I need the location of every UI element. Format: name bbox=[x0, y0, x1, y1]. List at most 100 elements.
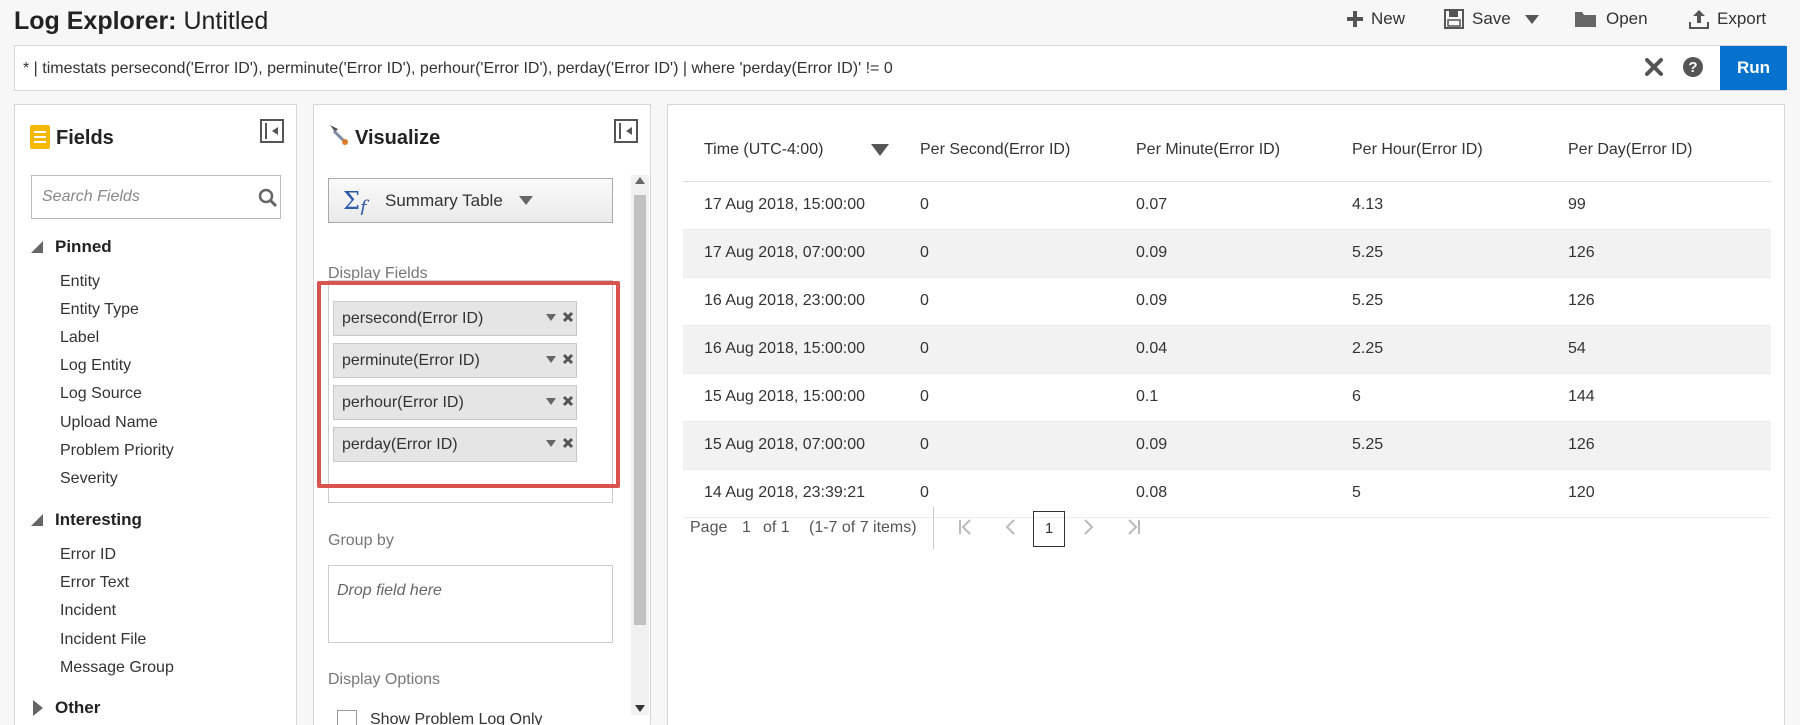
scroll-up-icon[interactable] bbox=[635, 177, 645, 184]
folder-icon bbox=[1575, 12, 1596, 27]
current-page-button[interactable]: 1 bbox=[1033, 511, 1065, 547]
cell-time: 15 Aug 2018, 07:00:00 bbox=[683, 421, 899, 470]
field-item-entity[interactable]: Entity bbox=[60, 273, 100, 291]
cell-per-day: 126 bbox=[1547, 277, 1771, 326]
highlight-annotation bbox=[317, 281, 620, 488]
pager-divider bbox=[933, 507, 934, 549]
cell-time: 16 Aug 2018, 23:00:00 bbox=[683, 277, 899, 326]
table-row[interactable]: 16 Aug 2018, 15:00:00 0 0.04 2.25 54 bbox=[683, 325, 1771, 374]
visualize-panel: Visualize Σf Summary Table Display Field… bbox=[313, 104, 651, 725]
page-number-field[interactable]: 1 bbox=[742, 519, 751, 537]
search-fields-input[interactable] bbox=[32, 176, 242, 218]
cell-time: 16 Aug 2018, 15:00:00 bbox=[683, 325, 899, 374]
column-header-per-hour[interactable]: Per Hour(Error ID) bbox=[1331, 119, 1547, 182]
item-range: (1-7 of 7 items) bbox=[809, 519, 917, 536]
chevron-down-icon[interactable] bbox=[1524, 14, 1539, 24]
field-item-problem-priority[interactable]: Problem Priority bbox=[60, 442, 174, 460]
fields-icon bbox=[30, 125, 50, 149]
cell-per-minute: 0.09 bbox=[1115, 229, 1331, 278]
expanded-triangle-icon bbox=[31, 241, 43, 253]
cell-per-second: 0 bbox=[899, 277, 1115, 326]
results-panel: Time (UTC-4:00) Per Second(Error ID) Per… bbox=[667, 104, 1785, 725]
collapse-panel-icon[interactable] bbox=[614, 119, 638, 143]
pagination: Page 1 of 1 (1-7 of 7 items) 1 bbox=[668, 507, 1268, 549]
fields-title: Fields bbox=[56, 127, 114, 149]
group-by-drop-zone[interactable]: Drop field here bbox=[328, 565, 613, 643]
chevron-down-icon bbox=[518, 196, 533, 205]
svg-text:Σ: Σ bbox=[343, 187, 360, 215]
hammer-icon bbox=[330, 125, 348, 145]
column-header-per-minute[interactable]: Per Minute(Error ID) bbox=[1115, 119, 1331, 182]
table-row[interactable]: 17 Aug 2018, 15:00:00 0 0.07 4.13 99 bbox=[683, 181, 1771, 230]
column-header-per-day[interactable]: Per Day(Error ID) bbox=[1547, 119, 1771, 182]
field-item-error-id[interactable]: Error ID bbox=[60, 546, 116, 564]
collapsed-triangle-icon bbox=[33, 700, 43, 716]
previous-page-icon[interactable] bbox=[1005, 519, 1015, 535]
cell-per-second: 0 bbox=[899, 181, 1115, 230]
page-title-name: Untitled bbox=[183, 7, 269, 35]
save-button[interactable]: Save bbox=[1444, 9, 1547, 29]
group-by-label: Group by bbox=[328, 532, 394, 549]
run-button[interactable]: Run bbox=[1720, 46, 1787, 90]
interesting-group-header[interactable]: Interesting bbox=[31, 510, 142, 530]
cell-per-minute: 0.1 bbox=[1115, 373, 1331, 422]
display-options-label: Display Options bbox=[328, 671, 441, 688]
next-page-icon[interactable] bbox=[1084, 519, 1094, 535]
collapse-panel-icon[interactable] bbox=[260, 119, 284, 143]
visualize-title: Visualize bbox=[355, 127, 441, 149]
option-checkbox-label: Show Problem Log Only bbox=[370, 711, 543, 725]
first-page-icon[interactable] bbox=[958, 519, 972, 535]
query-bar[interactable]: * | timestats persecond('Error ID'), per… bbox=[14, 45, 1787, 91]
clear-icon[interactable] bbox=[1644, 57, 1664, 77]
scrollbar[interactable] bbox=[631, 175, 649, 715]
cell-time: 17 Aug 2018, 07:00:00 bbox=[683, 229, 899, 278]
field-item-log-entity[interactable]: Log Entity bbox=[60, 357, 131, 375]
field-item-message-group[interactable]: Message Group bbox=[60, 659, 174, 677]
table-row[interactable]: 15 Aug 2018, 15:00:00 0 0.1 6 144 bbox=[683, 373, 1771, 422]
page-count: of 1 bbox=[763, 519, 790, 536]
pinned-group-header[interactable]: Pinned bbox=[31, 237, 112, 257]
table-row[interactable]: 17 Aug 2018, 07:00:00 0 0.09 5.25 126 bbox=[683, 229, 1771, 278]
help-icon[interactable]: ? bbox=[1682, 56, 1704, 78]
cell-per-day: 126 bbox=[1547, 421, 1771, 470]
open-button[interactable]: Open bbox=[1574, 9, 1648, 29]
option-checkbox[interactable] bbox=[337, 710, 357, 725]
field-item-incident[interactable]: Incident bbox=[60, 602, 116, 620]
cell-per-minute: 0.09 bbox=[1115, 421, 1331, 470]
new-button[interactable]: New bbox=[1347, 9, 1405, 29]
cell-per-day: 99 bbox=[1547, 181, 1771, 230]
cell-per-hour: 4.13 bbox=[1331, 181, 1547, 230]
export-label: Export bbox=[1717, 9, 1767, 28]
export-button[interactable]: Export bbox=[1689, 9, 1766, 29]
other-group-header[interactable]: Other bbox=[31, 698, 100, 718]
cell-per-hour: 6 bbox=[1331, 373, 1547, 422]
table-row[interactable]: 15 Aug 2018, 07:00:00 0 0.09 5.25 126 bbox=[683, 421, 1771, 470]
field-item-error-text[interactable]: Error Text bbox=[60, 574, 129, 592]
field-item-label[interactable]: Label bbox=[60, 329, 99, 347]
column-header-time[interactable]: Time (UTC-4:00) bbox=[683, 119, 899, 182]
cell-per-day: 144 bbox=[1547, 373, 1771, 422]
cell-time: 17 Aug 2018, 15:00:00 bbox=[683, 181, 899, 230]
scroll-thumb[interactable] bbox=[634, 195, 646, 625]
column-header-per-second[interactable]: Per Second(Error ID) bbox=[899, 119, 1115, 182]
svg-text:f: f bbox=[358, 197, 370, 215]
scroll-down-icon[interactable] bbox=[635, 705, 645, 712]
pinned-label: Pinned bbox=[55, 237, 112, 256]
search-icon[interactable] bbox=[258, 188, 278, 208]
sigma-function-icon: Σf bbox=[343, 187, 370, 215]
visualization-type-select[interactable]: Σf Summary Table bbox=[328, 178, 613, 223]
table-row[interactable]: 16 Aug 2018, 23:00:00 0 0.09 5.25 126 bbox=[683, 277, 1771, 326]
field-item-upload-name[interactable]: Upload Name bbox=[60, 414, 158, 432]
interesting-label: Interesting bbox=[55, 510, 142, 529]
svg-text:?: ? bbox=[1688, 59, 1697, 76]
last-page-icon[interactable] bbox=[1127, 519, 1141, 535]
field-item-log-source[interactable]: Log Source bbox=[60, 385, 142, 403]
field-item-entity-type[interactable]: Entity Type bbox=[60, 301, 139, 319]
other-label: Other bbox=[55, 698, 101, 717]
sort-descending-icon[interactable] bbox=[871, 143, 890, 156]
field-item-incident-file[interactable]: Incident File bbox=[60, 631, 146, 649]
field-item-severity[interactable]: Severity bbox=[60, 470, 118, 488]
drop-placeholder: Drop field here bbox=[337, 582, 442, 599]
query-input[interactable]: * | timestats persecond('Error ID'), per… bbox=[23, 60, 893, 78]
results-table: Time (UTC-4:00) Per Second(Error ID) Per… bbox=[683, 119, 1771, 518]
